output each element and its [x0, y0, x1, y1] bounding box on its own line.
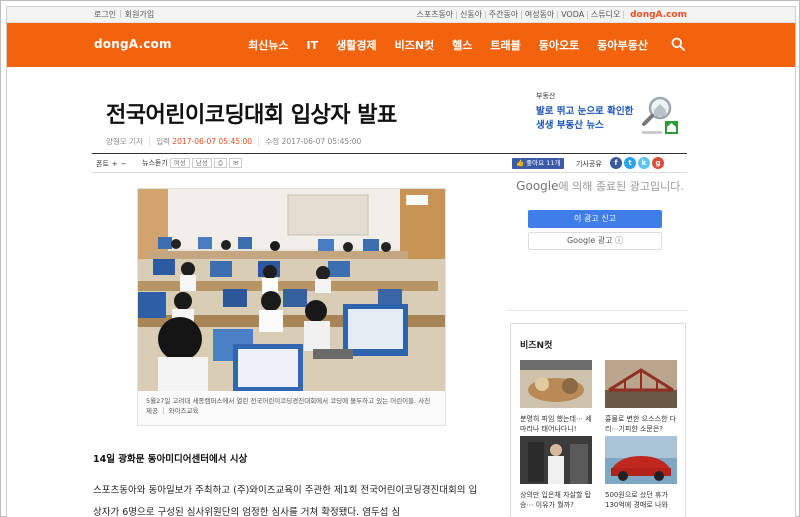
nav-item-it[interactable]: IT — [306, 39, 318, 52]
family-link-sportsdonga[interactable]: 스포츠동아 — [414, 9, 455, 20]
voice-male-button[interactable]: 남성 — [191, 158, 212, 168]
report-ad-button[interactable]: 이 광고 신고 — [528, 210, 662, 228]
nav-item-realestate[interactable]: 동아부동산 — [597, 37, 648, 53]
modified-label: 수정 — [265, 137, 280, 146]
listen-control: 뉴스듣기 여성 남성 ⎙ ✉ — [142, 158, 243, 168]
ad-closed-message: Google에 의해 종료된 광고입니다. — [512, 179, 688, 194]
nav-item-travel[interactable]: 트래블 — [490, 37, 520, 53]
nav-menu: 최신뉴스 IT 생활경제 비즈N컷 헬스 트래블 동아오토 동아부동산 — [248, 23, 666, 67]
article-subhead: 14일 광화문 동아미디어센터에서 시상 — [93, 454, 248, 465]
account-links: 로그인 | 회원가입 — [91, 9, 157, 20]
bizn-item[interactable]: 분명히 피임 했는데⋯ 세 마리나 태어나다니! — [520, 360, 592, 434]
font-decrease-button[interactable]: − — [121, 160, 127, 168]
author[interactable]: 양형모 기자 — [106, 137, 143, 146]
site-logo[interactable]: dongA.com — [94, 37, 172, 51]
article-toolbar: 폰트 + − 뉴스듣기 여성 남성 ⎙ ✉ 👍 좋아요 11개 기사공유 f t… — [92, 153, 687, 173]
input-time: 2017-06-07 05:45:00 — [172, 137, 253, 146]
facebook-like-button[interactable]: 👍 좋아요 11개 — [512, 158, 565, 169]
divider: | — [257, 137, 260, 146]
google-plus-icon[interactable]: g — [652, 157, 664, 169]
article-paragraph: 스포츠동아와 동아일보가 주최하고 (주)와이즈교육이 주관한 제1회 전국어린… — [93, 485, 478, 517]
bizn-caption: 분명히 피임 했는데⋯ 세 마리나 태어나다니! — [520, 415, 592, 433]
nav-item-latest-news[interactable]: 최신뉴스 — [248, 37, 288, 53]
window-frame: 로그인 | 회원가입 스포츠동아 | 신동아 | 주간동아 | 여성동아 | V… — [0, 0, 800, 517]
family-link-studio[interactable]: 스튜디오 — [589, 9, 622, 20]
bizn-title: 비즈N컷 — [520, 341, 553, 351]
twitter-icon[interactable]: t — [624, 157, 636, 169]
divider: | — [148, 137, 151, 146]
share-buttons: f t k g — [610, 157, 664, 169]
family-link-womandonga[interactable]: 여성동아 — [523, 9, 556, 20]
bizn-thumbnail — [520, 360, 592, 408]
utility-bar: 로그인 | 회원가입 스포츠동아 | 신동아 | 주간동아 | 여성동아 | V… — [7, 7, 795, 23]
font-increase-button[interactable]: + — [112, 160, 118, 168]
email-icon[interactable]: ✉ — [228, 158, 243, 168]
divider: | — [622, 10, 626, 19]
nav-item-auto[interactable]: 동아오토 — [539, 37, 579, 53]
bizn-thumbnail — [605, 360, 677, 408]
page: 로그인 | 회원가입 스포츠동아 | 신동아 | 주간동아 | 여성동아 | V… — [6, 6, 796, 517]
facebook-icon[interactable]: f — [610, 157, 622, 169]
modified-time: 2017-06-07 05:45:00 — [281, 137, 362, 146]
print-icon[interactable]: ⎙ — [213, 158, 227, 168]
login-link[interactable]: 로그인 — [91, 9, 119, 20]
bizn-thumbnail — [520, 436, 592, 484]
google-ads-button[interactable]: Google 광고 ⓘ — [528, 232, 662, 250]
article-photo — [138, 189, 445, 391]
nav-item-economy[interactable]: 생활경제 — [336, 37, 376, 53]
bizn-item[interactable]: 상의만 입은채 자살할 탑승⋯ 이유가 뭘까? — [520, 436, 592, 510]
magnifier-house-icon — [642, 96, 678, 134]
like-count: 좋아요 11개 — [526, 159, 561, 167]
share-label: 기사공유 — [576, 160, 602, 168]
kakaostory-icon[interactable]: k — [638, 157, 650, 169]
bizn-caption: 상의만 입은채 자살할 탑승⋯ 이유가 뭘까? — [520, 491, 592, 509]
bizn-box: 비즈N컷 분명히 피임 했는데⋯ 세 마리나 태어나다니! 흉물로 변한 으스스… — [510, 323, 686, 517]
main-nav: dongA.com 최신뉴스 IT 생활경제 비즈N컷 헬스 트래블 동아오토 … — [7, 23, 795, 67]
realestate-banner[interactable]: 부동산 발로 뛰고 눈으로 확인한 생생 부동산 뉴스 — [536, 91, 681, 141]
family-link-weeklydonga[interactable]: 주간동아 — [487, 9, 520, 20]
ad-closed-text: 에 의해 종료된 광고입니다. — [558, 180, 684, 193]
listen-label: 뉴스듣기 — [142, 159, 168, 167]
donga-brand-link[interactable]: dongA.com — [628, 10, 689, 20]
bizn-item[interactable]: 흉물로 변한 으스스한 다리⋯기피한 소문은? — [605, 360, 677, 434]
voice-female-button[interactable]: 여성 — [169, 158, 190, 168]
search-icon[interactable] — [671, 37, 685, 51]
bizn-caption: 흉물로 변한 으스스한 다리⋯기피한 소문은? — [605, 415, 677, 433]
family-site-links: 스포츠동아 | 신동아 | 주간동아 | 여성동아 | VODA | 스튜디오 … — [414, 9, 689, 20]
google-ad-closed: Google에 의해 종료된 광고입니다. 이 광고 신고 Google 광고 … — [506, 171, 688, 311]
bizn-caption: 500원으로 샀던 휴가 130억에 경매로 나와 — [605, 491, 668, 509]
family-link-voda[interactable]: VODA — [559, 10, 586, 19]
font-label: 폰트 — [96, 160, 109, 168]
nav-item-health[interactable]: 헬스 — [452, 37, 472, 53]
article-byline: 양형모 기자 | 입력 2017-06-07 05:45:00 | 수정 201… — [106, 136, 361, 147]
signup-link[interactable]: 회원가입 — [122, 9, 157, 20]
nav-item-bizn[interactable]: 비즈N컷 — [395, 37, 435, 53]
article-photo-box: 5월27일 고려대 세종캠퍼스에서 열린 전국어린이코딩경진대회에서 코딩에 몰… — [137, 188, 446, 426]
google-wordmark: Google — [516, 179, 559, 193]
thumbs-up-icon: 👍 — [516, 159, 525, 167]
bizn-item[interactable]: 500원으로 샀던 휴가 130억에 경매로 나와 — [605, 436, 677, 510]
input-label: 입력 — [156, 137, 171, 146]
font-size-control: 폰트 + − — [96, 159, 127, 169]
bizn-thumbnail — [605, 436, 677, 484]
article-title: 전국어린이코딩대회 입상자 발표 — [106, 103, 397, 128]
family-link-shindonga[interactable]: 신동아 — [458, 9, 484, 20]
photo-caption: 5월27일 고려대 세종캠퍼스에서 열린 전국어린이코딩경진대회에서 코딩에 몰… — [146, 397, 431, 415]
